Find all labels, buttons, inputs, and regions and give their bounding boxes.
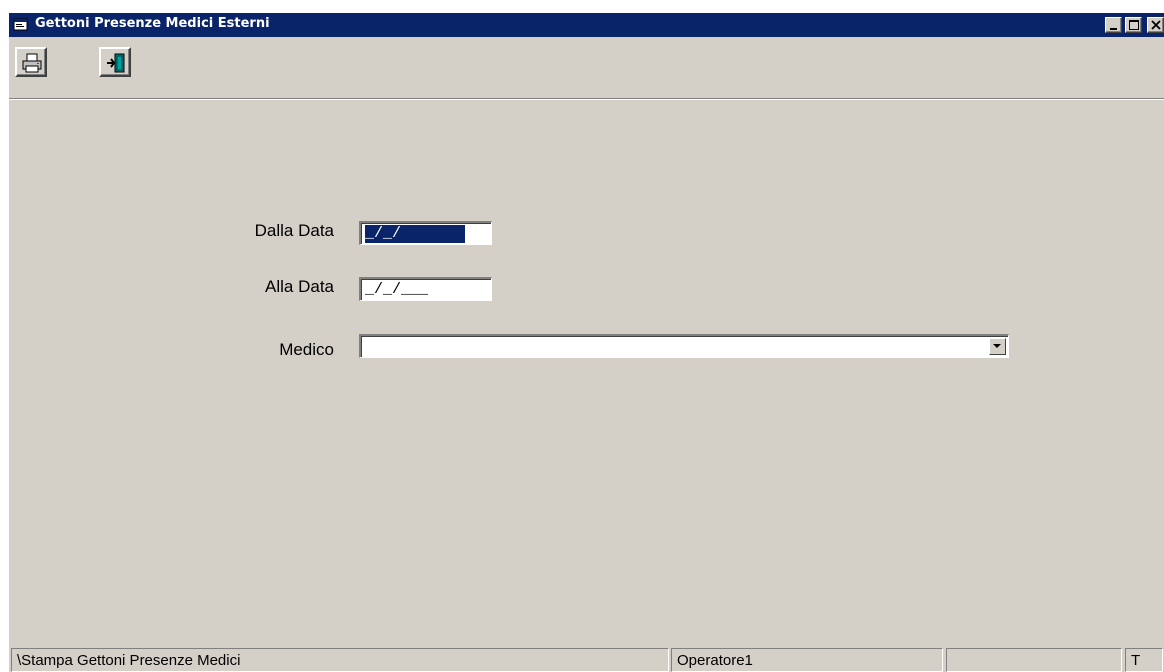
- doctor-dropdown-button[interactable]: [989, 338, 1006, 355]
- to-date-field[interactable]: _/_/___: [359, 277, 492, 301]
- status-operator: Operatore1: [671, 648, 943, 672]
- chevron-down-icon: [993, 344, 1001, 348]
- close-button[interactable]: [1147, 17, 1164, 33]
- app-window-icon[interactable]: [13, 17, 29, 33]
- doctor-combobox[interactable]: [359, 334, 1009, 358]
- exit-button[interactable]: [99, 47, 131, 77]
- print-button[interactable]: [15, 47, 47, 77]
- maximize-icon: [1129, 20, 1139, 30]
- title-bar[interactable]: Gettoni Presenze Medici Esterni: [9, 13, 1164, 37]
- minimize-button[interactable]: [1105, 17, 1122, 33]
- status-path: \Stampa Gettoni Presenze Medici: [11, 648, 669, 672]
- status-bar: \Stampa Gettoni Presenze Medici Operator…: [9, 644, 1164, 672]
- minimize-icon: [1110, 28, 1117, 30]
- close-icon: [1151, 20, 1161, 30]
- from-date-field[interactable]: _/_/: [359, 221, 492, 245]
- main-window: Gettoni Presenze Medici Esterni Dalla Da…: [8, 12, 1164, 672]
- doctor-label: Medico: [279, 340, 334, 359]
- to-date-value: _/_/___: [365, 281, 429, 298]
- status-empty-panel: [946, 648, 1122, 672]
- toolbar: [9, 38, 1164, 99]
- window-title: Gettoni Presenze Medici Esterni: [35, 16, 270, 31]
- status-mode: T: [1125, 648, 1163, 672]
- printer-icon: [22, 53, 42, 73]
- from-date-label: Dalla Data: [254, 221, 334, 240]
- to-date-label: Alla Data: [265, 277, 334, 296]
- exit-door-icon: [107, 53, 125, 73]
- from-date-value: _/_/: [365, 225, 465, 243]
- maximize-button[interactable]: [1125, 17, 1142, 33]
